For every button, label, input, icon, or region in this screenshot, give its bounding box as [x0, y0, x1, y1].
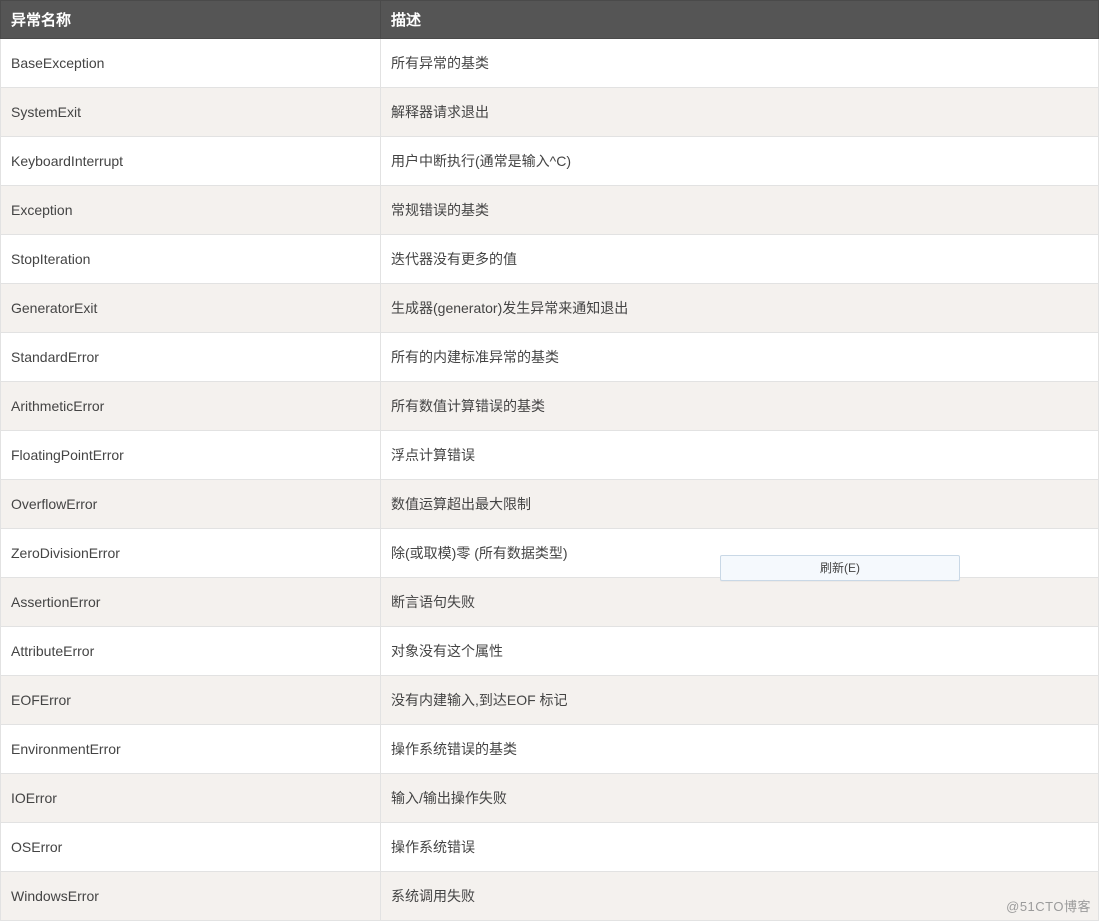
exception-name: GeneratorExit — [1, 284, 381, 333]
exception-name: WindowsError — [1, 872, 381, 921]
table-row: EOFError没有内建输入,到达EOF 标记 — [1, 676, 1099, 725]
table-row: OverflowError数值运算超出最大限制 — [1, 480, 1099, 529]
table-row: AttributeError对象没有这个属性 — [1, 627, 1099, 676]
exception-table: 异常名称 描述 BaseException所有异常的基类SystemExit解释… — [0, 0, 1099, 921]
exception-name: ZeroDivisionError — [1, 529, 381, 578]
exception-name: IOError — [1, 774, 381, 823]
exception-name: StandardError — [1, 333, 381, 382]
exception-name: BaseException — [1, 39, 381, 88]
exception-desc: 用户中断执行(通常是输入^C) — [381, 137, 1099, 186]
context-menu-refresh[interactable]: 刷新(E) — [720, 555, 960, 581]
exception-desc: 所有异常的基类 — [381, 39, 1099, 88]
exception-desc: 生成器(generator)发生异常来通知退出 — [381, 284, 1099, 333]
exception-name: AssertionError — [1, 578, 381, 627]
exception-desc: 浮点计算错误 — [381, 431, 1099, 480]
exception-desc: 对象没有这个属性 — [381, 627, 1099, 676]
exception-desc: 没有内建输入,到达EOF 标记 — [381, 676, 1099, 725]
exception-desc: 输入/输出操作失败 — [381, 774, 1099, 823]
table-row: AssertionError断言语句失败 — [1, 578, 1099, 627]
exception-name: EnvironmentError — [1, 725, 381, 774]
exception-desc: 所有数值计算错误的基类 — [381, 382, 1099, 431]
exception-desc: 迭代器没有更多的值 — [381, 235, 1099, 284]
table-row: ArithmeticError所有数值计算错误的基类 — [1, 382, 1099, 431]
exception-name: Exception — [1, 186, 381, 235]
exception-name: KeyboardInterrupt — [1, 137, 381, 186]
table-row: WindowsError系统调用失败 — [1, 872, 1099, 921]
exception-name: EOFError — [1, 676, 381, 725]
exception-desc: 常规错误的基类 — [381, 186, 1099, 235]
table-row: GeneratorExit生成器(generator)发生异常来通知退出 — [1, 284, 1099, 333]
header-desc: 描述 — [381, 1, 1099, 39]
table-row: OSError操作系统错误 — [1, 823, 1099, 872]
table-row: EnvironmentError操作系统错误的基类 — [1, 725, 1099, 774]
exception-desc: 断言语句失败 — [381, 578, 1099, 627]
exception-name: ArithmeticError — [1, 382, 381, 431]
table-row: SystemExit解释器请求退出 — [1, 88, 1099, 137]
table-row: BaseException所有异常的基类 — [1, 39, 1099, 88]
exception-desc: 所有的内建标准异常的基类 — [381, 333, 1099, 382]
exception-name: AttributeError — [1, 627, 381, 676]
exception-name: OSError — [1, 823, 381, 872]
exception-desc: 系统调用失败 — [381, 872, 1099, 921]
exception-name: StopIteration — [1, 235, 381, 284]
table-row: FloatingPointError浮点计算错误 — [1, 431, 1099, 480]
exception-name: FloatingPointError — [1, 431, 381, 480]
exception-name: OverflowError — [1, 480, 381, 529]
exception-desc: 操作系统错误的基类 — [381, 725, 1099, 774]
table-row: Exception常规错误的基类 — [1, 186, 1099, 235]
exception-name: SystemExit — [1, 88, 381, 137]
exception-desc: 解释器请求退出 — [381, 88, 1099, 137]
table-row: IOError输入/输出操作失败 — [1, 774, 1099, 823]
exception-desc: 数值运算超出最大限制 — [381, 480, 1099, 529]
table-row: StandardError所有的内建标准异常的基类 — [1, 333, 1099, 382]
watermark: @51CTO博客 — [1006, 896, 1091, 915]
table-row: KeyboardInterrupt用户中断执行(通常是输入^C) — [1, 137, 1099, 186]
table-row: StopIteration迭代器没有更多的值 — [1, 235, 1099, 284]
header-name: 异常名称 — [1, 1, 381, 39]
exception-desc: 操作系统错误 — [381, 823, 1099, 872]
